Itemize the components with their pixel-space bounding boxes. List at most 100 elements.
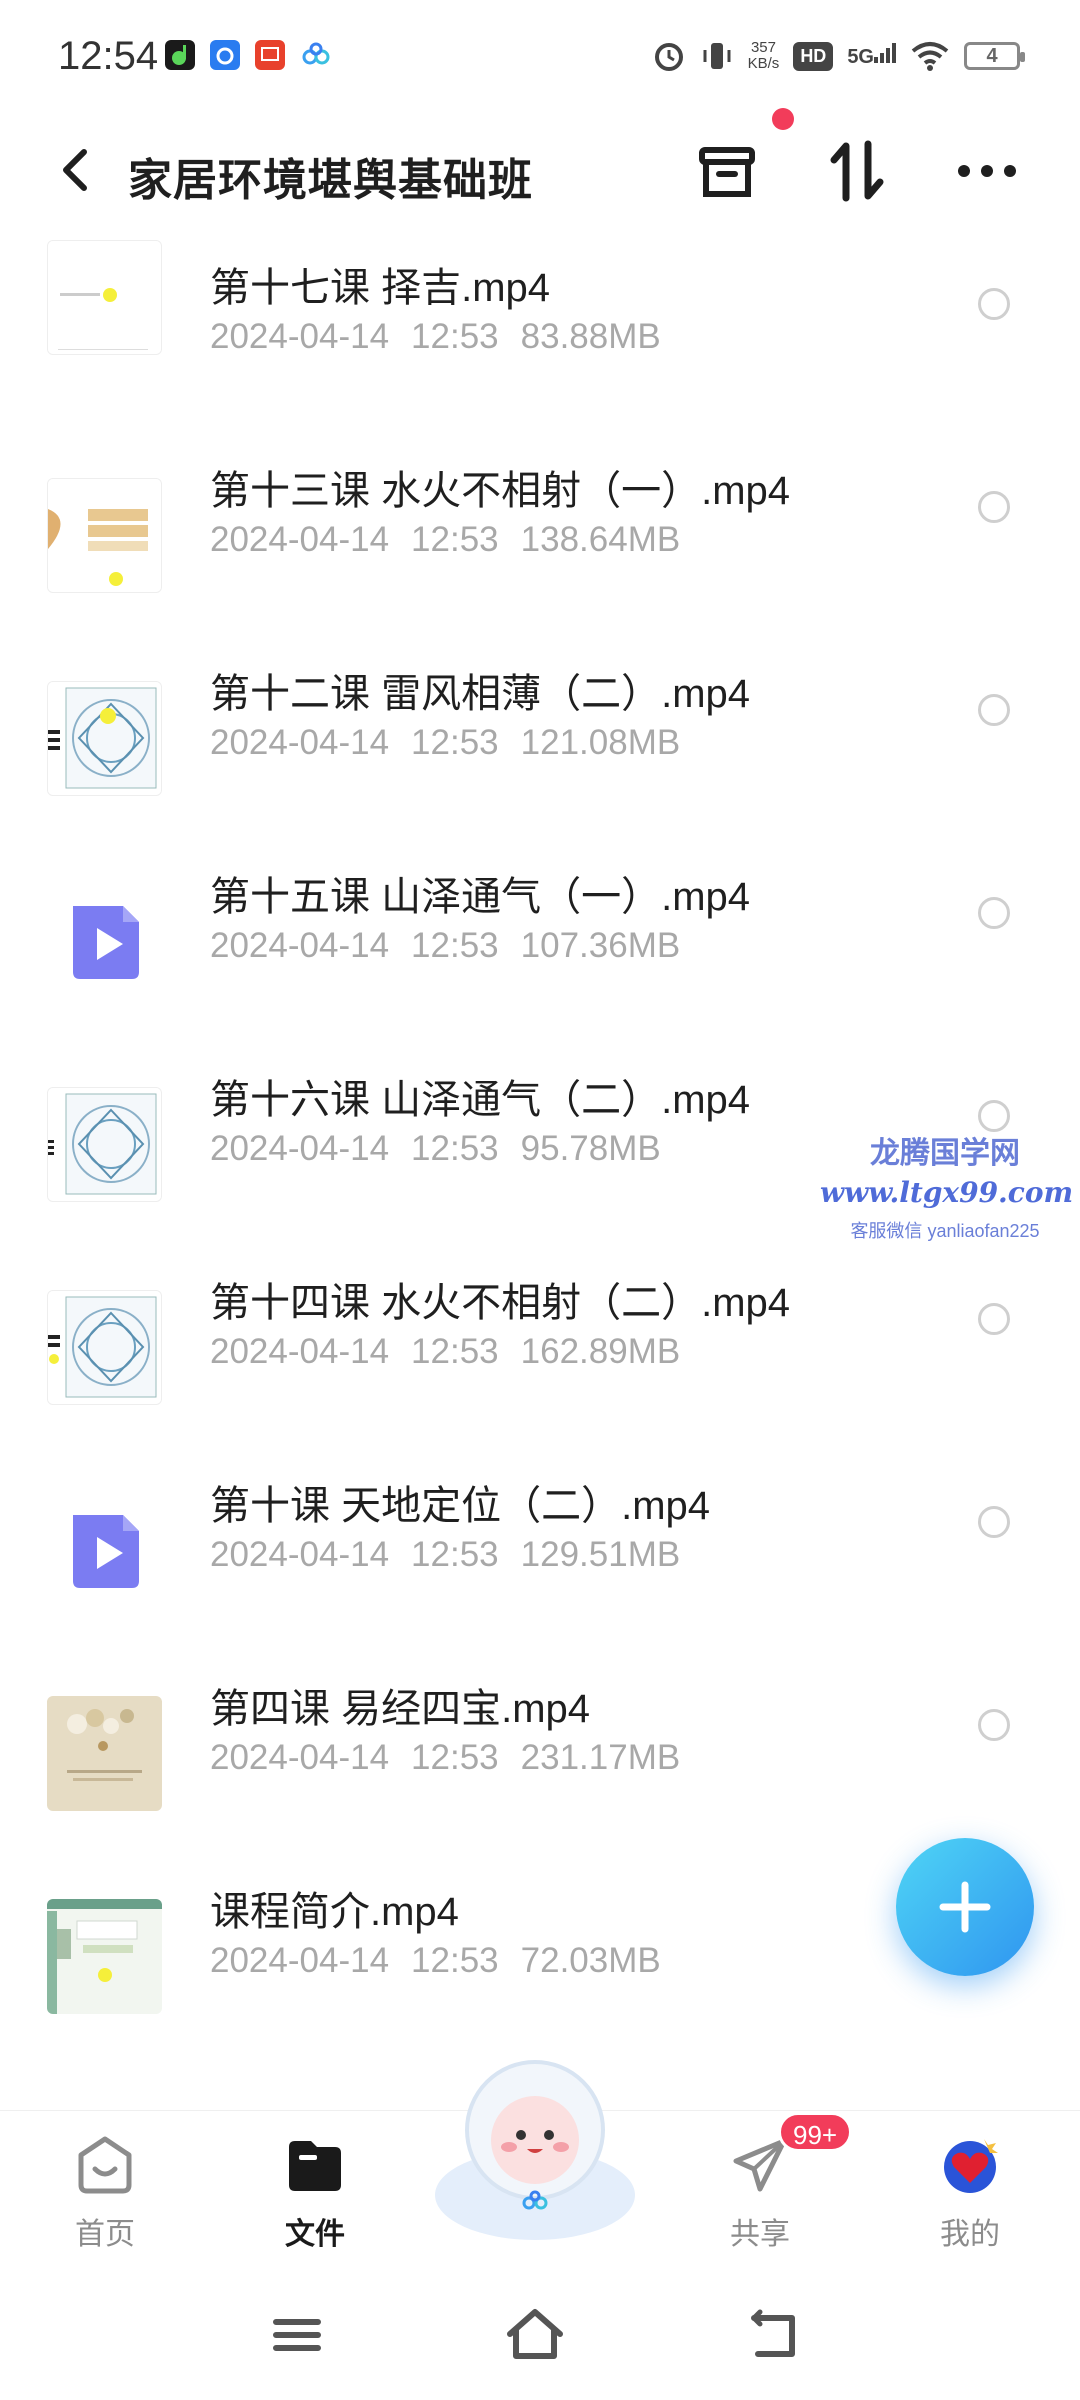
watermark-wechat: 客服微信 yanliaofan225 xyxy=(850,1221,1040,1241)
file-size: 72.03MB xyxy=(520,1941,661,1980)
battery-level: 4 xyxy=(986,44,998,67)
file-name: 第十四课 水火不相射（二）.mp4 xyxy=(210,1281,791,1325)
alarm-icon xyxy=(654,43,683,71)
file-size: 231.17MB xyxy=(520,1738,681,1777)
back-nav-button[interactable] xyxy=(738,2300,808,2370)
watermark-url: www.ltgx99.com xyxy=(820,1176,1074,1209)
mascot-button[interactable] xyxy=(425,2045,645,2245)
nav-files[interactable]: 文件 xyxy=(235,2121,395,2261)
file-row[interactable]: 第十三课 水火不相射（一）.mp4 2024-04-14 12:53 138.64M… xyxy=(0,438,1080,641)
nav-share-label: 共享 xyxy=(730,2218,790,2251)
sort-button[interactable] xyxy=(822,136,892,206)
file-row[interactable]: 第十四课 水火不相射（二）.mp4 2024-04-14 12:53 162.89M… xyxy=(0,1250,1080,1453)
file-row[interactable]: 第十课 天地定位（二）.mp4 2024-04-14 12:53 129.51MB xyxy=(0,1453,1080,1656)
signal-bars-icon xyxy=(874,43,896,63)
select-checkbox[interactable] xyxy=(978,897,1010,929)
archive-button[interactable] xyxy=(692,136,762,206)
file-row[interactable]: 第十五课 山泽通气（一）.mp4 2024-04-14 12:53 107.36MB xyxy=(0,844,1080,1047)
file-name: 第十七课 择吉.mp4 xyxy=(210,266,551,310)
select-checkbox[interactable] xyxy=(978,1506,1010,1538)
file-name: 第十二课 雷风相薄（二）.mp4 xyxy=(210,672,751,716)
file-thumbnail xyxy=(47,240,162,355)
plus-icon xyxy=(939,1881,991,1933)
header: 家居环境堪舆基础班 xyxy=(0,110,1080,230)
file-date: 2024-04-14 xyxy=(210,1129,390,1168)
select-checkbox[interactable] xyxy=(978,288,1010,320)
file-meta: 2024-04-14 12:53 95.78MB xyxy=(210,1129,661,1169)
file-time: 12:53 xyxy=(411,926,499,965)
file-date: 2024-04-14 xyxy=(210,1535,390,1574)
more-button[interactable] xyxy=(952,136,1022,206)
file-time: 12:53 xyxy=(411,1129,499,1168)
file-row[interactable]: 第四课 易经四宝.mp4 2024-04-14 12:53 231.17MB xyxy=(0,1656,1080,1859)
select-checkbox[interactable] xyxy=(978,694,1010,726)
file-size: 121.08MB xyxy=(520,723,681,762)
file-meta: 2024-04-14 12:53 129.51MB xyxy=(210,1535,680,1575)
video-file-icon xyxy=(47,884,162,999)
net-speed: 357 KB/s xyxy=(748,40,780,72)
file-size: 83.88MB xyxy=(520,317,661,356)
file-size: 138.64MB xyxy=(520,520,681,559)
nav-mine-label: 我的 xyxy=(940,2218,1000,2251)
file-date: 2024-04-14 xyxy=(210,1941,390,1980)
file-row[interactable]: 第十七课 择吉.mp4 2024-04-14 12:53 83.88MB xyxy=(0,235,1080,438)
watermark-title: 龙腾国学网 xyxy=(870,1137,1020,1170)
status-time: 12:54 xyxy=(58,34,159,78)
add-button[interactable] xyxy=(896,1838,1034,1976)
folder-icon xyxy=(289,2141,341,2191)
file-thumbnail xyxy=(47,681,162,796)
file-thumbnail xyxy=(47,1899,162,2014)
file-name: 课程简介.mp4 xyxy=(210,1890,459,1934)
avatar-icon xyxy=(944,2139,998,2193)
home-outline-icon xyxy=(507,2309,563,2359)
file-thumbnail xyxy=(47,1696,162,1811)
share-count-badge: 99+ xyxy=(778,2112,853,2152)
notification-dot xyxy=(772,108,794,130)
signal-5g: 5G xyxy=(847,43,896,69)
app-icon-blue xyxy=(210,40,240,70)
file-meta: 2024-04-14 12:53 107.36MB xyxy=(210,926,680,966)
more-icon xyxy=(958,165,1016,177)
hd-badge: HD xyxy=(793,41,834,71)
net-speed-value: 357 xyxy=(750,39,776,56)
file-thumbnail xyxy=(47,1290,162,1405)
file-date: 2024-04-14 xyxy=(210,723,390,762)
select-checkbox[interactable] xyxy=(978,1303,1010,1335)
menu-icon xyxy=(273,2319,321,2351)
file-date: 2024-04-14 xyxy=(210,1738,390,1777)
nav-mine[interactable]: 我的 xyxy=(890,2121,1050,2261)
file-time: 12:53 xyxy=(411,317,499,356)
select-checkbox[interactable] xyxy=(978,1709,1010,1741)
file-time: 12:53 xyxy=(411,1941,499,1980)
file-size: 129.51MB xyxy=(520,1535,681,1574)
file-name: 第十五课 山泽通气（一）.mp4 xyxy=(210,875,751,919)
nav-home[interactable]: 首页 xyxy=(25,2121,185,2261)
back-button[interactable] xyxy=(50,140,100,200)
status-bar: 12:54 357 KB/s HD 5G 4 xyxy=(0,0,1080,110)
sort-icon xyxy=(830,140,884,202)
file-size: 95.78MB xyxy=(520,1129,661,1168)
file-name: 第十三课 水火不相射（一）.mp4 xyxy=(210,469,791,513)
cloud-app-icon xyxy=(300,40,330,70)
file-thumbnail xyxy=(47,478,162,593)
home-button[interactable] xyxy=(500,2300,570,2370)
file-date: 2024-04-14 xyxy=(210,317,390,356)
file-row[interactable]: 第十二课 雷风相薄（二）.mp4 2024-04-14 12:53 121.08MB xyxy=(0,641,1080,844)
archive-icon xyxy=(699,147,755,197)
file-time: 12:53 xyxy=(411,1332,499,1371)
nav-home-label: 首页 xyxy=(75,2218,135,2251)
select-checkbox[interactable] xyxy=(978,491,1010,523)
file-meta: 2024-04-14 12:53 231.17MB xyxy=(210,1738,680,1778)
net-speed-unit: KB/s xyxy=(747,55,780,72)
file-thumbnail xyxy=(47,1087,162,1202)
file-name: 第四课 易经四宝.mp4 xyxy=(210,1687,591,1731)
mascot-icon xyxy=(435,2060,635,2240)
recent-apps-button[interactable] xyxy=(262,2300,332,2370)
home-icon xyxy=(78,2136,132,2194)
file-date: 2024-04-14 xyxy=(210,1332,390,1371)
page-title: 家居环境堪舆基础班 xyxy=(128,156,533,205)
back-arrow-icon xyxy=(63,149,87,191)
watermark: 龙腾国学网 www.ltgx99.com 客服微信 yanliaofan225 xyxy=(820,1128,1074,1243)
status-indicators: 357 KB/s HD 5G 4 xyxy=(652,34,1025,78)
system-nav xyxy=(0,2270,1080,2400)
